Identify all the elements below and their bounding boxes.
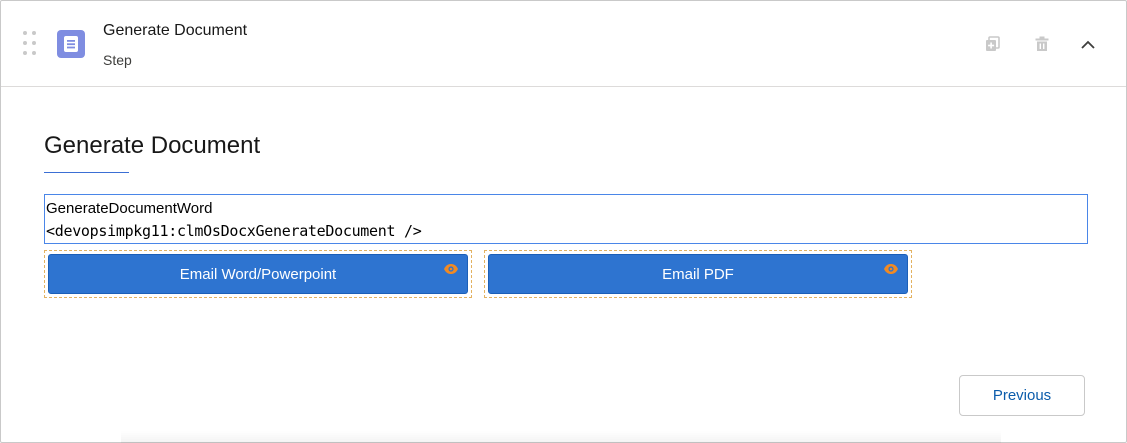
section-title: Generate Document bbox=[44, 132, 261, 159]
step-type-label: Step bbox=[103, 52, 132, 68]
step-title: Generate Document bbox=[103, 22, 248, 39]
action-outline: Email PDF bbox=[484, 250, 912, 298]
step-header: Generate Document Step bbox=[1, 1, 1126, 87]
chevron-up-icon[interactable] bbox=[1078, 35, 1098, 55]
trash-icon[interactable] bbox=[1032, 34, 1052, 54]
action-button-label: Email Word/Powerpoint bbox=[179, 265, 337, 283]
clone-icon[interactable] bbox=[983, 34, 1003, 54]
document-icon bbox=[57, 30, 85, 58]
previous-button[interactable]: Previous bbox=[959, 375, 1085, 416]
bottom-shadow bbox=[121, 431, 1001, 443]
eye-icon[interactable] bbox=[883, 262, 899, 274]
code-block[interactable]: GenerateDocumentWord <devopsimpkg11:clmO… bbox=[44, 194, 1088, 244]
section-title-underline bbox=[44, 172, 129, 173]
action-button-label: Email PDF bbox=[662, 265, 734, 283]
code-block-name: GenerateDocumentWord bbox=[46, 200, 213, 217]
drag-handle-icon[interactable] bbox=[23, 31, 37, 57]
email-word-powerpoint-button[interactable]: Email Word/Powerpoint bbox=[48, 254, 468, 294]
action-outline: Email Word/Powerpoint bbox=[44, 250, 472, 298]
email-pdf-button[interactable]: Email PDF bbox=[488, 254, 908, 294]
eye-icon[interactable] bbox=[443, 262, 459, 274]
step-card: Generate Document Step Generate Document… bbox=[0, 0, 1127, 443]
code-block-component: <devopsimpkg11:clmOsDocxGenerateDocument… bbox=[46, 222, 422, 240]
